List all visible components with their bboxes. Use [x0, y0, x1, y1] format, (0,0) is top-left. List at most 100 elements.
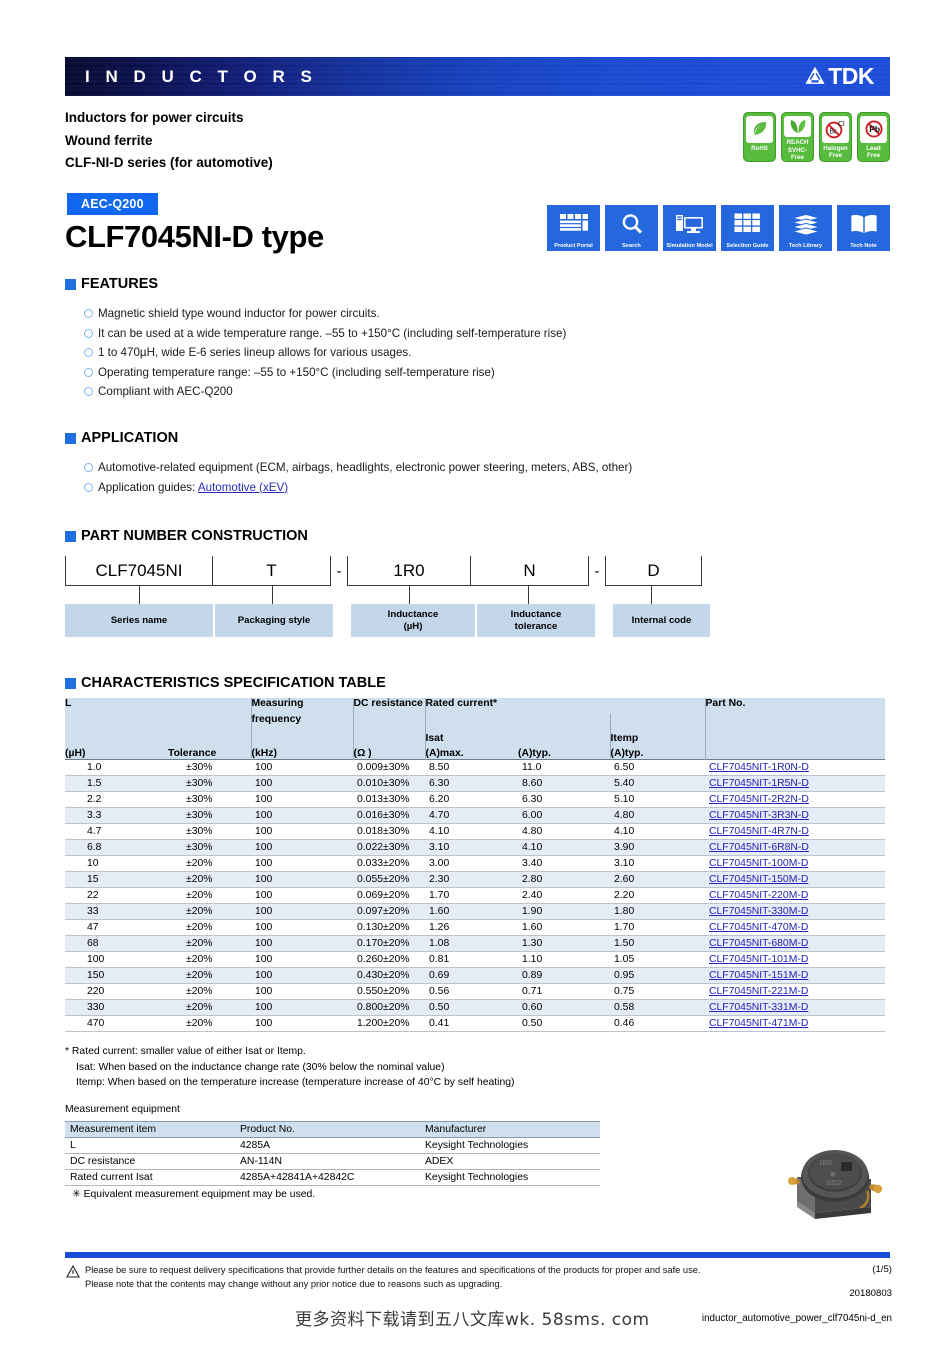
part-number-link[interactable]: CLF7045NIT-220M-D — [709, 890, 808, 901]
header-isat-typ: (A)typ. — [518, 747, 551, 759]
cell-part-no[interactable]: CLF7045NIT-331M-D — [705, 999, 885, 1016]
badge-reach: REACH SVHC-Free — [781, 112, 814, 162]
list-item: 1 to 470µH, wide E-6 series lineup allow… — [84, 343, 566, 363]
part-number-link[interactable]: CLF7045NIT-221M-D — [709, 986, 808, 997]
part-number-link[interactable]: CLF7045NIT-470M-D — [709, 922, 808, 933]
cell-dc-resistance: 0.018±30% — [353, 823, 425, 840]
section-marker-icon — [65, 530, 76, 542]
part-number-link[interactable]: CLF7045NIT-150M-D — [709, 874, 808, 885]
part-number-codes: CLF7045NI T - 1R0 N - D — [65, 556, 710, 586]
product-portal-button[interactable]: Product Portal — [547, 205, 600, 251]
cell-itemp-typ: 0.95 — [610, 967, 705, 984]
cell-part-no[interactable]: CLF7045NIT-4R7N-D — [705, 823, 885, 840]
cell-inductance: 220 — [65, 983, 168, 1000]
cell-dc-resistance: 1.200±20% — [353, 1015, 425, 1032]
cell-inductance: 470 — [65, 1015, 168, 1032]
cell-part-no[interactable]: CLF7045NIT-1R0N-D — [705, 759, 885, 776]
watermark-text: 更多资料下载请到五八文库wk. 58sms. com — [295, 1310, 650, 1330]
stacked-books-icon — [790, 205, 821, 243]
header-itemp: Itemp — [609, 729, 705, 744]
part-number-link[interactable]: CLF7045NIT-151M-D — [709, 970, 808, 981]
table-row: 470 ±20% 100 1.200±20% 0.41 0.50 0.46 CLF7045NI… — [65, 1015, 885, 1032]
meq-header-product: Product No. — [235, 1121, 420, 1138]
selection-guide-button[interactable]: Selection Guide — [721, 205, 774, 251]
cell-part-no[interactable]: CLF7045NIT-221M-D — [705, 983, 885, 1000]
section-marker-icon — [65, 278, 76, 290]
cell-part-no[interactable]: CLF7045NIT-150M-D — [705, 871, 885, 888]
cell-part-no[interactable]: CLF7045NIT-151M-D — [705, 967, 885, 984]
cell-frequency: 100 — [251, 855, 353, 872]
cell-tolerance: ±20% — [168, 999, 251, 1016]
part-number-link[interactable]: CLF7045NIT-471M-D — [709, 1018, 808, 1029]
cell-tolerance: ±20% — [168, 919, 251, 936]
tech-note-button[interactable]: Tech Note — [837, 205, 890, 251]
banner-title: I N D U C T O R S — [85, 66, 318, 86]
table-row: 100 ±20% 100 0.260±20% 0.81 1.10 1.05 CLF7045NI… — [65, 951, 885, 968]
cell-part-no[interactable]: CLF7045NIT-3R3N-D — [705, 807, 885, 824]
cell-part-no[interactable]: CLF7045NIT-100M-D — [705, 855, 885, 872]
part-number-link[interactable]: CLF7045NIT-3R3N-D — [709, 810, 809, 821]
cell-isat-max: 0.69 — [425, 967, 518, 984]
no-cl-br-icon: Cl Br — [822, 115, 849, 143]
part-number-link[interactable]: CLF7045NIT-6R8N-D — [709, 842, 809, 853]
meq-cell-product: AN-114N — [235, 1153, 420, 1170]
pn-segment-inductance: 1R0 — [347, 556, 471, 586]
cell-frequency: 100 — [251, 791, 353, 808]
part-number-link[interactable]: CLF7045NIT-4R7N-D — [709, 826, 809, 837]
automotive-xev-link[interactable]: Automotive (xEV) — [198, 481, 288, 494]
header-dcr: DC resistance — [352, 698, 425, 714]
cell-isat-max: 4.10 — [425, 823, 518, 840]
cell-part-no[interactable]: CLF7045NIT-220M-D — [705, 887, 885, 904]
cell-part-no[interactable]: CLF7045NIT-2R2N-D — [705, 791, 885, 808]
table-row: 330 ±20% 100 0.800±20% 0.50 0.60 0.58 CLF7045NI… — [65, 999, 885, 1016]
cell-isat-typ: 4.10 — [518, 839, 610, 856]
tech-library-button[interactable]: Tech Library — [779, 205, 832, 251]
simulation-model-button[interactable]: Simulation Model — [663, 205, 716, 251]
part-number-link[interactable]: CLF7045NIT-680M-D — [709, 938, 808, 949]
cell-tolerance: ±30% — [168, 759, 251, 776]
cell-dc-resistance: 0.022±30% — [353, 839, 425, 856]
cell-tolerance: ±20% — [168, 1015, 251, 1032]
list-item: Magnetic shield type wound inductor for … — [84, 304, 566, 324]
header-isat-max: (A)max. — [424, 744, 518, 759]
part-number-link[interactable]: CLF7045NIT-331M-D — [709, 1002, 808, 1013]
table-row: 1.5 ±30% 100 0.010±30% 6.30 8.60 5.40 CLF7045NI… — [65, 775, 885, 792]
cell-frequency: 100 — [251, 887, 353, 904]
part-number-link[interactable]: CLF7045NIT-1R5N-D — [709, 778, 809, 789]
cell-part-no[interactable]: CLF7045NIT-680M-D — [705, 935, 885, 952]
meq-cell-item: DC resistance — [65, 1153, 235, 1170]
part-number-link[interactable]: CLF7045NIT-2R2N-D — [709, 794, 809, 805]
cell-itemp-typ: 0.58 — [610, 999, 705, 1016]
cell-tolerance: ±30% — [168, 823, 251, 840]
circle-bullet-icon — [84, 387, 93, 396]
page-title: CLF7045NI-D type — [65, 219, 324, 254]
circle-bullet-icon — [84, 309, 93, 318]
search-button[interactable]: Search — [605, 205, 658, 251]
cell-part-no[interactable]: CLF7045NIT-101M-D — [705, 951, 885, 968]
spec-table-heading: CHARACTERISTICS SPECIFICATION TABLE — [65, 675, 386, 691]
cell-part-no[interactable]: CLF7045NIT-330M-D — [705, 903, 885, 920]
header-l-unit: (µH) — [65, 747, 86, 759]
cell-tolerance: ±20% — [168, 903, 251, 920]
table-row: 4.7 ±30% 100 0.018±30% 4.10 4.80 4.10 CLF7045NI… — [65, 823, 885, 840]
cell-part-no[interactable]: CLF7045NIT-470M-D — [705, 919, 885, 936]
part-number-link[interactable]: CLF7045NIT-1R0N-D — [709, 762, 809, 773]
cell-part-no[interactable]: CLF7045NIT-1R5N-D — [705, 775, 885, 792]
cell-tolerance: ±30% — [168, 807, 251, 824]
part-number-link[interactable]: CLF7045NIT-101M-D — [709, 954, 808, 965]
cell-dc-resistance: 0.010±30% — [353, 775, 425, 792]
part-number-link[interactable]: CLF7045NIT-100M-D — [709, 858, 808, 869]
header-rated-current: Rated current* — [424, 698, 705, 714]
cell-isat-max: 1.70 — [425, 887, 518, 904]
cell-part-no[interactable]: CLF7045NIT-6R8N-D — [705, 839, 885, 856]
table-row: 22 ±20% 100 0.069±20% 1.70 2.40 2.20 CLF7045NIT… — [65, 887, 885, 904]
header-isat: Isat — [424, 729, 518, 744]
cell-part-no[interactable]: CLF7045NIT-471M-D — [705, 1015, 885, 1032]
part-number-construction: CLF7045NI T - 1R0 N - D Series name Pack… — [65, 556, 710, 637]
cell-inductance: 150 — [65, 967, 168, 984]
table-row: 2.2 ±30% 100 0.013±30% 6.20 6.30 5.10 CLF7045NI… — [65, 791, 885, 808]
cell-inductance: 4.7 — [65, 823, 168, 840]
table-row: 47 ±20% 100 0.130±20% 1.26 1.60 1.70 CLF7045NIT… — [65, 919, 885, 936]
part-number-link[interactable]: CLF7045NIT-330M-D — [709, 906, 808, 917]
cell-dc-resistance: 0.009±30% — [353, 759, 425, 776]
